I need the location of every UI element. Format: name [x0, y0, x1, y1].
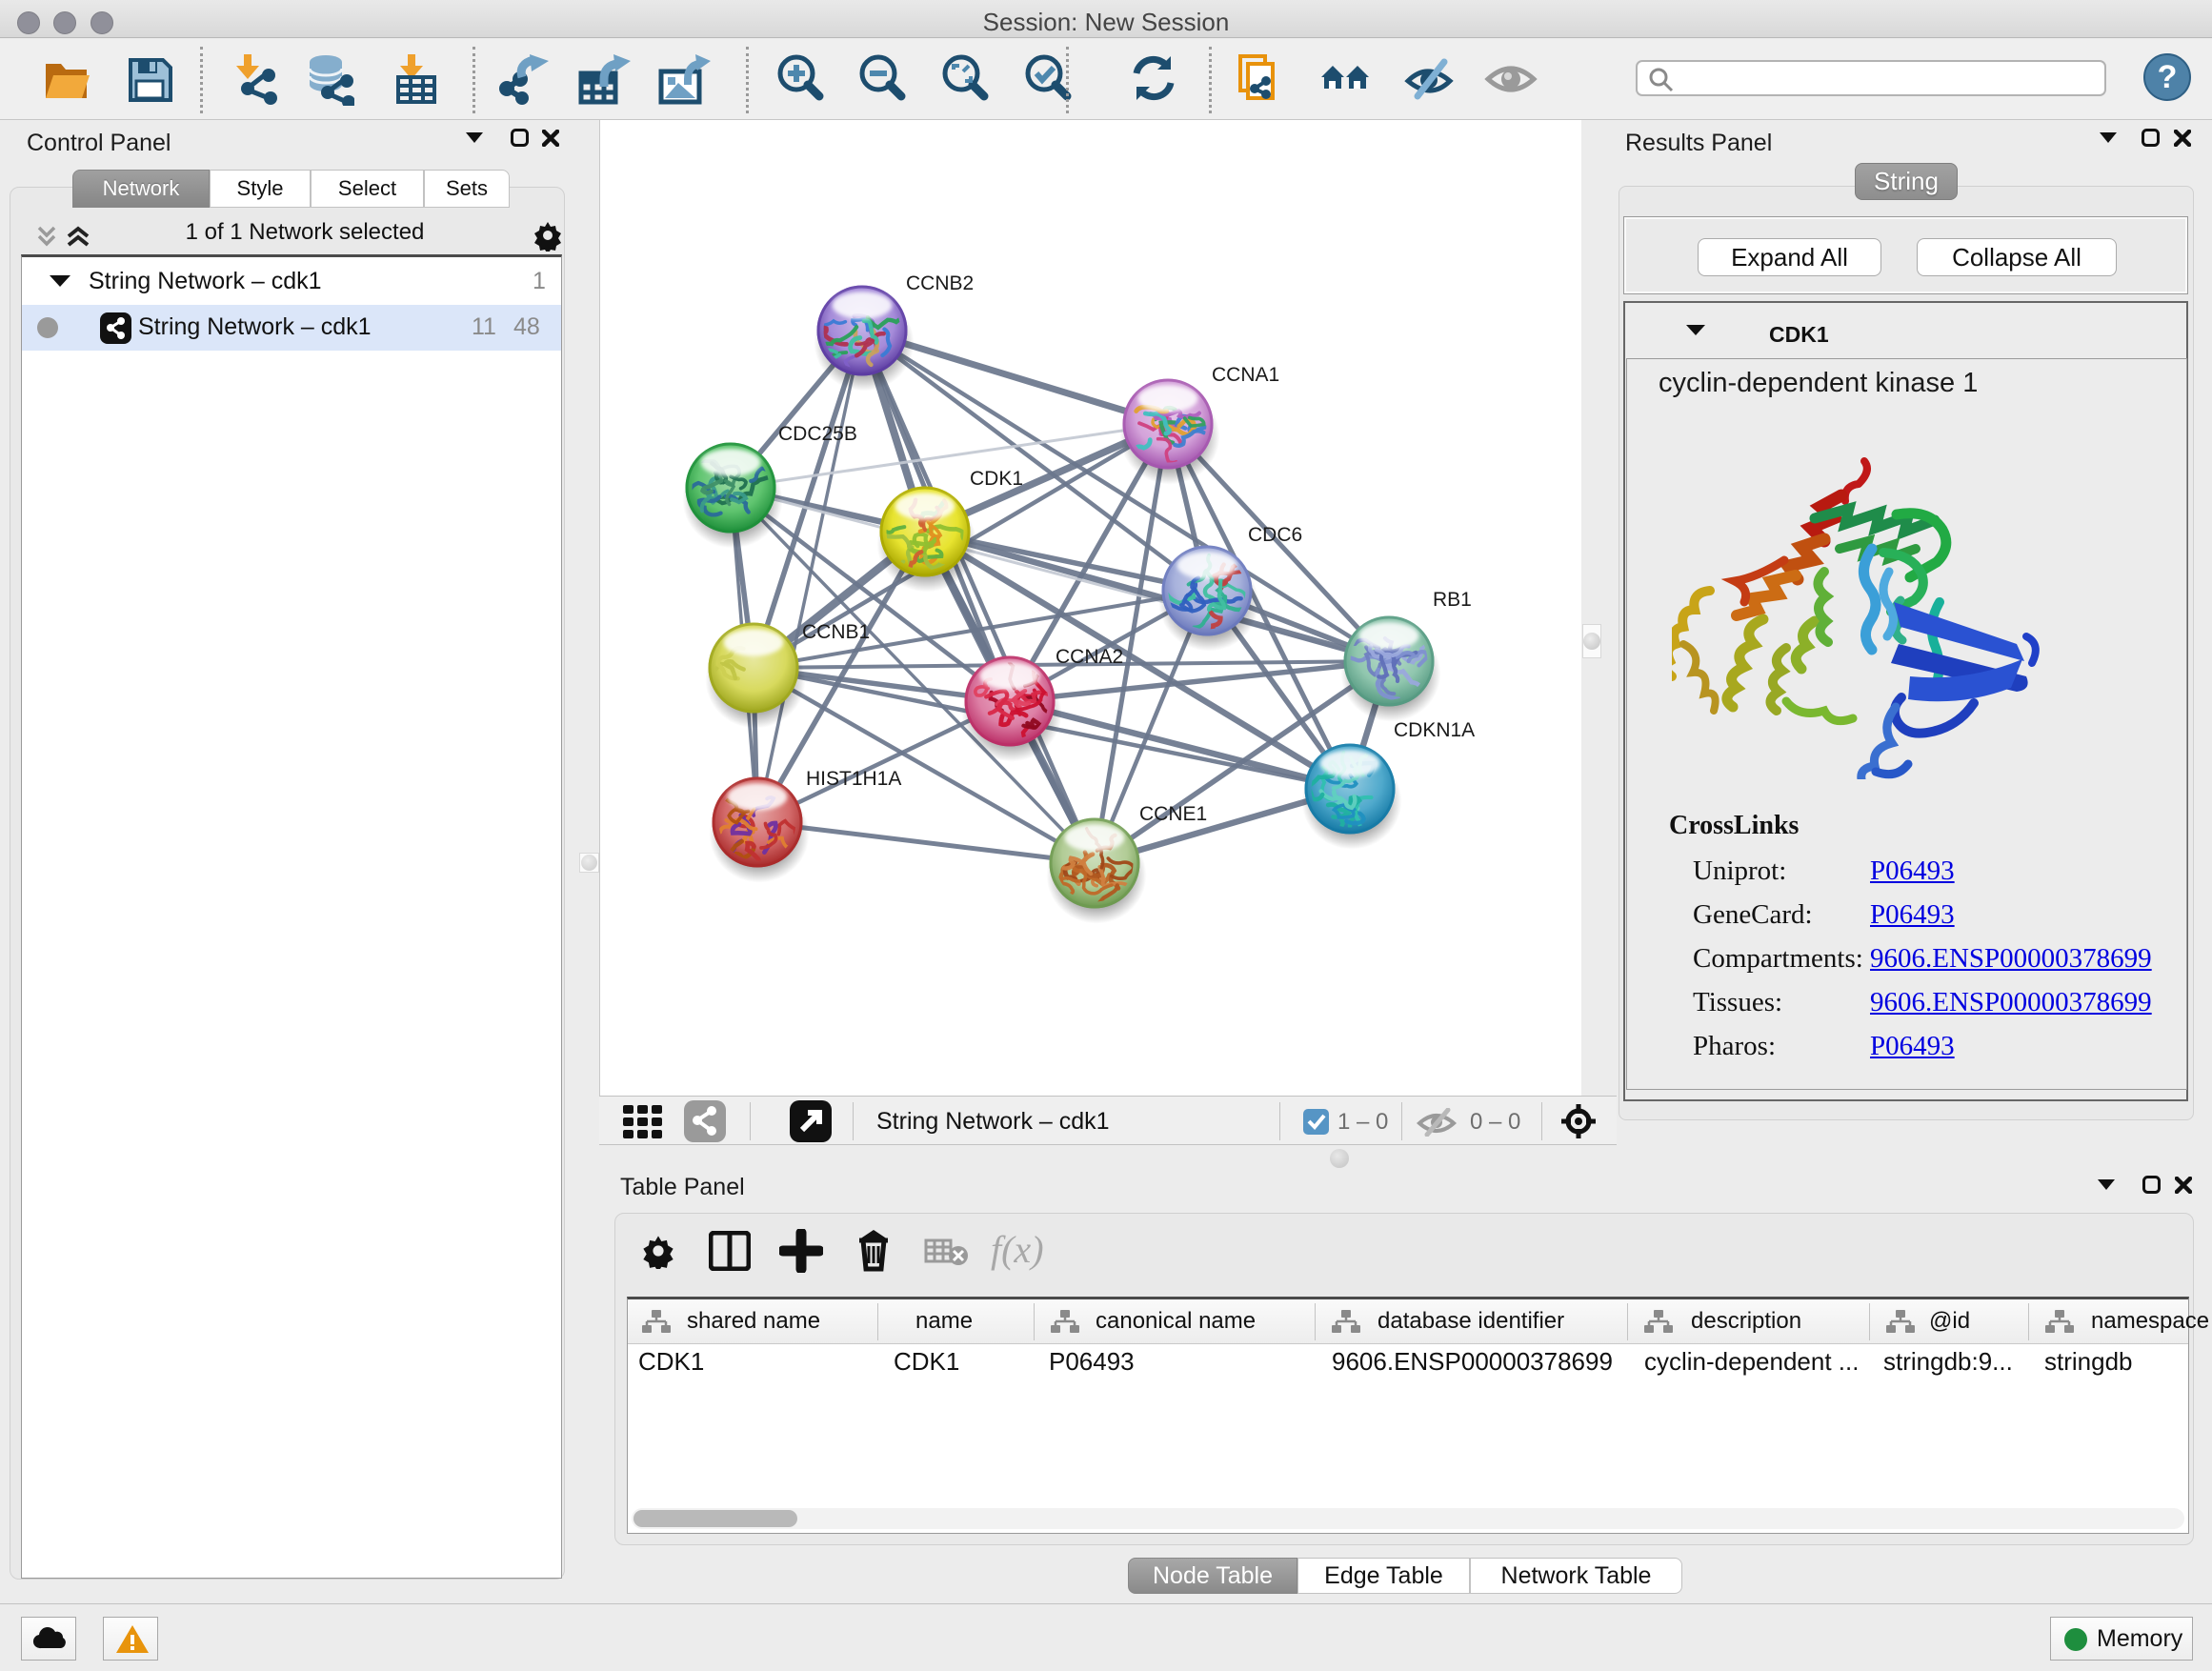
svg-text:CCNB2: CCNB2 — [906, 272, 974, 294]
svg-text:CCNE1: CCNE1 — [1139, 803, 1207, 825]
svg-text:RB1: RB1 — [1433, 589, 1472, 611]
svg-text:CCNA1: CCNA1 — [1212, 364, 1279, 386]
svg-text:CDC25B: CDC25B — [778, 423, 857, 445]
svg-text:CDKN1A: CDKN1A — [1394, 719, 1475, 741]
svg-text:CCNB1: CCNB1 — [802, 621, 870, 643]
svg-text:HIST1H1A: HIST1H1A — [806, 768, 901, 790]
svg-text:CDC6: CDC6 — [1248, 524, 1302, 546]
svg-text:CDK1: CDK1 — [970, 468, 1023, 490]
svg-text:CCNA2: CCNA2 — [1056, 646, 1123, 668]
